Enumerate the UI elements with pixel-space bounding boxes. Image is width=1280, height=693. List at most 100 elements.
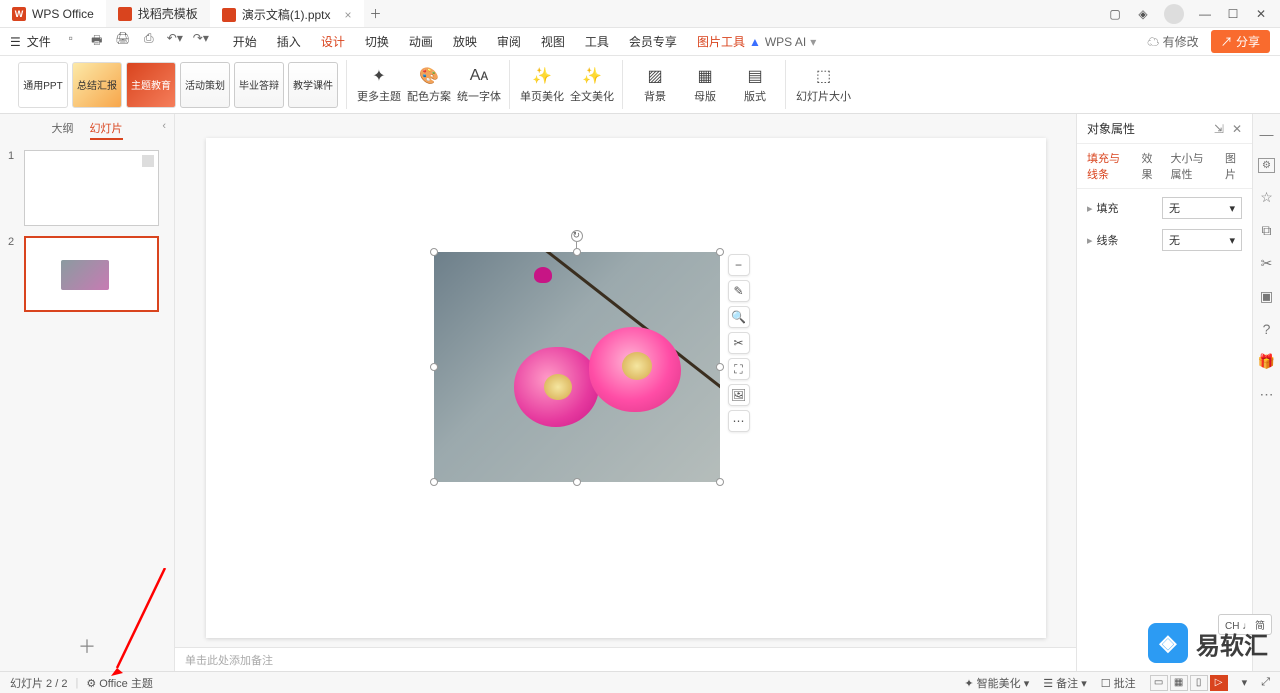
tab-slideshow[interactable]: 放映 xyxy=(453,33,477,50)
tab-transition[interactable]: 切换 xyxy=(365,33,389,50)
smart-beautify-button[interactable]: ✦ 智能美化 ▾ xyxy=(964,675,1029,691)
zoom-dropdown[interactable]: ▾ xyxy=(1242,676,1248,689)
tab-design[interactable]: 设计 xyxy=(321,33,345,50)
float-more-button[interactable]: ⋯ xyxy=(728,410,750,432)
tab-member[interactable]: 会员专享 xyxy=(629,33,677,50)
float-replace-button[interactable]: 🖼 xyxy=(728,384,750,406)
normal-view-button[interactable]: ▭ xyxy=(1150,675,1168,691)
slide-canvas[interactable]: − ✎ 🔍 ✂ ⛶ 🖼 ⋯ xyxy=(206,138,1046,638)
more-themes-button[interactable]: ✦更多主题 xyxy=(357,60,401,109)
app-cube-icon[interactable]: ◈ xyxy=(1136,7,1150,21)
template-generic[interactable]: 通用PPT xyxy=(18,62,68,108)
sidebar-settings-icon[interactable]: ⚙ xyxy=(1258,158,1275,173)
background-button[interactable]: ▨背景 xyxy=(633,60,677,109)
notes-input[interactable]: 单击此处添加备注 xyxy=(175,647,1076,671)
tab-picture-tools[interactable]: 图片工具 xyxy=(697,33,745,50)
expand-icon[interactable]: ▸ xyxy=(1087,203,1093,215)
expand-icon[interactable]: ▸ xyxy=(1087,235,1093,247)
color-scheme-button[interactable]: 🎨配色方案 xyxy=(407,60,451,109)
redo-icon[interactable]: ↷▾ xyxy=(193,31,209,52)
comments-toggle[interactable]: ☐ 批注 xyxy=(1101,675,1136,691)
sidebar-help-icon[interactable]: ? xyxy=(1263,321,1271,337)
slides-tab[interactable]: 幻灯片 xyxy=(90,120,123,140)
tab-templates[interactable]: 找稻壳模板 xyxy=(106,0,210,27)
tab-start[interactable]: 开始 xyxy=(233,33,257,50)
template-event[interactable]: 活动策划 xyxy=(180,62,230,108)
tab-animation[interactable]: 动画 xyxy=(409,33,433,50)
pin-icon[interactable]: ⇲ xyxy=(1214,122,1224,136)
sidebar-copy-icon[interactable]: ⧉ xyxy=(1262,222,1272,239)
sidebar-gift-icon[interactable]: 🎁 xyxy=(1258,353,1275,370)
rotate-handle[interactable] xyxy=(571,230,583,242)
new-icon[interactable]: ▫ xyxy=(63,31,79,52)
close-icon[interactable]: ✕ xyxy=(1254,7,1268,21)
outline-tab[interactable]: 大纲 xyxy=(52,120,74,140)
resize-handle-n[interactable] xyxy=(573,248,581,256)
print-icon[interactable]: 🖨 xyxy=(115,31,131,52)
float-cut-button[interactable]: ✂ xyxy=(728,332,750,354)
tab-review[interactable]: 审阅 xyxy=(497,33,521,50)
resize-handle-w[interactable] xyxy=(430,363,438,371)
file-menu[interactable]: ☰ 文件 xyxy=(10,33,51,50)
template-thesis[interactable]: 毕业答辩 xyxy=(234,62,284,108)
resize-handle-e[interactable] xyxy=(716,363,724,371)
slide-size-button[interactable]: ⬚幻灯片大小 xyxy=(796,60,851,109)
app-window-icon[interactable]: ▢ xyxy=(1108,7,1122,21)
wps-ai-button[interactable]: ▲ WPS AI ▾ xyxy=(749,35,816,49)
uniform-font-button[interactable]: Aᴀ统一字体 xyxy=(457,60,501,109)
sorter-view-button[interactable]: ▦ xyxy=(1170,675,1188,691)
sidebar-tool-icon[interactable]: ✂ xyxy=(1261,255,1273,272)
add-slide-button[interactable]: ＋ xyxy=(0,621,174,671)
preview-icon[interactable]: ⎙ xyxy=(141,31,157,52)
tab-close-icon[interactable]: × xyxy=(345,8,352,22)
sidebar-image-icon[interactable]: ▣ xyxy=(1260,288,1273,305)
user-avatar[interactable] xyxy=(1164,4,1184,24)
resize-handle-ne[interactable] xyxy=(716,248,724,256)
sidebar-more-icon[interactable]: ⋯ xyxy=(1260,386,1274,403)
sidebar-minus-icon[interactable]: — xyxy=(1260,126,1274,142)
page-beautify-button[interactable]: ✨单页美化 xyxy=(520,60,564,109)
canvas-scroll[interactable]: − ✎ 🔍 ✂ ⛶ 🖼 ⋯ xyxy=(175,114,1076,647)
line-select[interactable]: 无▾ xyxy=(1162,229,1242,251)
app-tab-wps[interactable]: W WPS Office xyxy=(0,0,106,27)
slideshow-view-button[interactable]: ▷ xyxy=(1210,675,1228,691)
fill-select[interactable]: 无▾ xyxy=(1162,197,1242,219)
changes-indicator[interactable]: ☁ 有修改 xyxy=(1147,33,1198,50)
new-tab-button[interactable]: ＋ xyxy=(364,5,388,22)
rp-tab-size[interactable]: 大小与属性 xyxy=(1171,150,1214,182)
maximize-icon[interactable]: ☐ xyxy=(1226,7,1240,21)
rp-tab-effect[interactable]: 效果 xyxy=(1142,150,1159,182)
float-fullscreen-button[interactable]: ⛶ xyxy=(728,358,750,380)
minimize-icon[interactable]: — xyxy=(1198,7,1212,21)
tab-tools[interactable]: 工具 xyxy=(585,33,609,50)
float-crop-button[interactable]: ✎ xyxy=(728,280,750,302)
slide-2-thumb[interactable] xyxy=(24,236,159,312)
selected-image[interactable] xyxy=(434,252,720,482)
template-teaching[interactable]: 教学课件 xyxy=(288,62,338,108)
slide-1-thumb[interactable] xyxy=(24,150,159,226)
sidebar-star-icon[interactable]: ☆ xyxy=(1260,189,1273,206)
notes-toggle[interactable]: ☰ 备注 ▾ xyxy=(1043,675,1087,691)
rp-tab-fill[interactable]: 填充与线条 xyxy=(1087,150,1130,182)
collapse-panel-icon[interactable]: ‹ xyxy=(162,120,166,132)
theme-name[interactable]: ⚙ Office 主题 xyxy=(86,675,153,691)
tab-insert[interactable]: 插入 xyxy=(277,33,301,50)
tab-view[interactable]: 视图 xyxy=(541,33,565,50)
fit-button[interactable]: ⤢ xyxy=(1261,676,1270,689)
undo-icon[interactable]: ↶▾ xyxy=(167,31,183,52)
layout-button[interactable]: ▤版式 xyxy=(733,60,777,109)
full-beautify-button[interactable]: ✨全文美化 xyxy=(570,60,614,109)
save-icon[interactable]: 🖶 xyxy=(89,31,105,52)
share-button[interactable]: ↗ 分享 xyxy=(1211,30,1270,53)
close-panel-icon[interactable]: ✕ xyxy=(1232,122,1242,136)
float-zoom-button[interactable]: 🔍 xyxy=(728,306,750,328)
resize-handle-s[interactable] xyxy=(573,478,581,486)
resize-handle-nw[interactable] xyxy=(430,248,438,256)
resize-handle-sw[interactable] xyxy=(430,478,438,486)
float-minus-button[interactable]: − xyxy=(728,254,750,276)
template-theme[interactable]: 主题教育 xyxy=(126,62,176,108)
rp-tab-picture[interactable]: 图片 xyxy=(1225,150,1242,182)
tab-document[interactable]: 演示文稿(1).pptx × xyxy=(210,0,364,27)
master-button[interactable]: ▦母版 xyxy=(683,60,727,109)
resize-handle-se[interactable] xyxy=(716,478,724,486)
